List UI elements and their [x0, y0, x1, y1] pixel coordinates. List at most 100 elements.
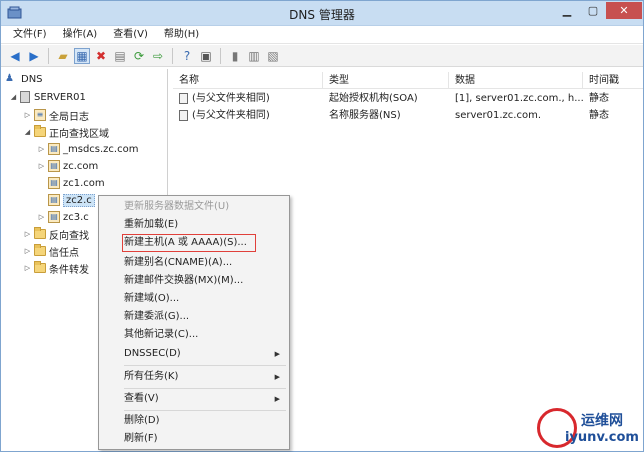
menu-dnssec[interactable]: DNSSEC(D) ▶ — [124, 345, 286, 363]
menu-separator — [124, 388, 286, 389]
expand-icon[interactable]: ▷ — [23, 247, 32, 255]
menu-refresh[interactable]: 刷新(F) — [124, 430, 286, 448]
tree-node-trust-points[interactable]: ▷ 信任点 — [23, 243, 79, 259]
collapse-icon[interactable]: ◢ — [9, 93, 18, 101]
menu-all-tasks[interactable]: 所有任务(K) ▶ — [124, 368, 286, 386]
log-icon: ≡ — [34, 109, 46, 121]
tree-node-conditional-forwarders[interactable]: ▷ 条件转发 — [23, 260, 89, 276]
tree-node-dns[interactable]: ♟ DNS — [5, 71, 43, 87]
folder-icon — [34, 244, 46, 256]
tree-node-zone-msdcs[interactable]: ▷ ▤ _msdcs.zc.com — [37, 141, 138, 157]
submenu-arrow-icon: ▶ — [274, 395, 280, 403]
record-type: 名称服务器(NS) — [329, 110, 401, 121]
menu-new-domain[interactable]: 新建域(O)... — [124, 290, 286, 308]
menu-delete[interactable]: 删除(D) — [124, 412, 286, 430]
console-icon[interactable]: ▣ — [198, 48, 214, 64]
expand-icon[interactable]: ▷ — [23, 111, 32, 119]
dns-icon: ♟ — [5, 73, 14, 84]
record-icon — [179, 92, 188, 104]
tree-node-server[interactable]: ◢ SERVER01 — [9, 89, 86, 105]
tree-node-forward-zones[interactable]: ◢ 正向查找区域 — [23, 124, 109, 140]
back-arrow-icon[interactable]: ◀ — [7, 48, 23, 64]
show-hide-tree-icon[interactable]: ▦ — [74, 47, 90, 64]
column-timestamp[interactable]: 时间戳 — [583, 72, 643, 89]
server-icon[interactable]: ▮ — [227, 48, 243, 64]
expand-icon[interactable]: ▷ — [23, 264, 32, 272]
toolbar: ◀ ▶ ▰ ▦ ✖ ▤ ⟳ ⇨ ? ▣ ▮ ▥ ▧ — [1, 45, 643, 67]
menu-view[interactable]: 查看(V) — [105, 26, 156, 44]
site-watermark: 运维网 iyunv.com — [537, 408, 641, 450]
menu-separator — [124, 365, 286, 366]
menu-bar: 文件(F) 操作(A) 查看(V) 帮助(H) — [1, 26, 643, 44]
column-type[interactable]: 类型 — [323, 72, 449, 89]
collapse-icon[interactable]: ◢ — [23, 128, 32, 136]
folder-icon — [34, 125, 46, 137]
menu-new-delegation[interactable]: 新建委派(G)... — [124, 308, 286, 326]
menu-update-server-data-file[interactable]: 更新服务器数据文件(U) — [124, 198, 286, 216]
menu-view-sub[interactable]: 查看(V) ▶ — [124, 390, 286, 408]
column-data[interactable]: 数据 — [449, 72, 583, 89]
record-data: server01.zc.com. — [455, 110, 542, 121]
menu-action[interactable]: 操作(A) — [55, 26, 106, 44]
submenu-arrow-icon: ▶ — [274, 350, 280, 358]
record-name: (与父文件夹相同) — [192, 110, 270, 121]
zone-icon: ▤ — [48, 194, 60, 206]
record-timestamp: 静态 — [589, 93, 609, 104]
forward-arrow-icon[interactable]: ▶ — [26, 48, 42, 64]
help-icon[interactable]: ? — [179, 48, 195, 64]
tree-node-reverse-zones[interactable]: ▷ 反向查找 — [23, 226, 89, 242]
menu-help[interactable]: 帮助(H) — [156, 26, 207, 44]
refresh-icon[interactable]: ⟳ — [131, 48, 147, 64]
folder-icon — [34, 261, 46, 273]
toolbar-separator — [220, 47, 221, 64]
expand-icon[interactable]: ▷ — [23, 230, 32, 238]
close-button[interactable]: ✕ — [606, 2, 642, 19]
table-row[interactable]: (与父文件夹相同) 名称服务器(NS) server01.zc.com. 静态 — [173, 107, 643, 124]
tree-node-zone-zc1[interactable]: ▤ zc1.com — [37, 175, 105, 191]
properties-icon[interactable]: ▤ — [112, 48, 128, 64]
minimize-button[interactable]: ▁ — [554, 2, 580, 19]
tree-node-zone-zc3[interactable]: ▷ ▤ zc3.c — [37, 209, 89, 225]
record-data: [1], server01.zc.com., h... — [455, 93, 583, 104]
context-menu: 更新服务器数据文件(U) 重新加载(E) 新建主机(A 或 AAAA)(S)..… — [98, 195, 290, 450]
menu-new-host[interactable]: 新建主机(A 或 AAAA)(S)... — [122, 234, 256, 252]
record-icon — [179, 109, 188, 121]
list-header: 名称 类型 数据 时间戳 — [173, 72, 643, 89]
window-title: DNS 管理器 — [289, 8, 355, 22]
menu-all-tasks-label: 所有任务(K) — [124, 371, 179, 382]
tree-node-zone-zc2[interactable]: ▤ zc2.c — [37, 192, 95, 208]
zone-icon[interactable]: ▧ — [265, 48, 281, 64]
expand-icon[interactable]: ▷ — [37, 213, 46, 221]
record-name: (与父文件夹相同) — [192, 93, 270, 104]
record-timestamp: 静态 — [589, 110, 609, 121]
zone-icon: ▤ — [48, 211, 60, 223]
zone-icon: ▤ — [48, 143, 60, 155]
expand-icon[interactable]: ▷ — [37, 162, 46, 170]
delete-icon[interactable]: ✖ — [93, 48, 109, 64]
menu-new-mail-exchanger[interactable]: 新建邮件交换器(MX)(M)... — [124, 272, 286, 290]
server-icon — [20, 91, 30, 103]
watermark-text: 运维网 — [581, 413, 623, 429]
menu-view-label: 查看(V) — [124, 393, 159, 404]
menu-file[interactable]: 文件(F) — [5, 26, 55, 44]
export-list-icon[interactable]: ⇨ — [150, 48, 166, 64]
menu-reload[interactable]: 重新加载(E) — [124, 216, 286, 234]
server-list-icon[interactable]: ▥ — [246, 48, 262, 64]
toolbar-separator — [48, 47, 49, 64]
up-folder-icon[interactable]: ▰ — [55, 48, 71, 64]
menu-dnssec-label: DNSSEC(D) — [124, 348, 181, 359]
menu-other-new-records[interactable]: 其他新记录(C)... — [124, 326, 286, 344]
table-row[interactable]: (与父文件夹相同) 起始授权机构(SOA) [1], server01.zc.c… — [173, 90, 643, 107]
expand-icon[interactable]: ▷ — [37, 145, 46, 153]
zone-icon: ▤ — [48, 177, 60, 189]
tree-node-zone-zc[interactable]: ▷ ▤ zc.com — [37, 158, 98, 174]
submenu-arrow-icon: ▶ — [274, 373, 280, 381]
record-type: 起始授权机构(SOA) — [329, 93, 418, 104]
column-name[interactable]: 名称 — [173, 72, 323, 89]
title-bar: DNS 管理器 ▁ ▢ ✕ — [1, 1, 643, 26]
watermark-url: iyunv.com — [565, 430, 639, 445]
maximize-button[interactable]: ▢ — [580, 2, 606, 19]
tree-node-global-log[interactable]: ▷ ≡ 全局日志 — [23, 107, 89, 123]
menu-separator — [124, 410, 286, 411]
menu-new-alias[interactable]: 新建别名(CNAME)(A)... — [124, 254, 286, 272]
